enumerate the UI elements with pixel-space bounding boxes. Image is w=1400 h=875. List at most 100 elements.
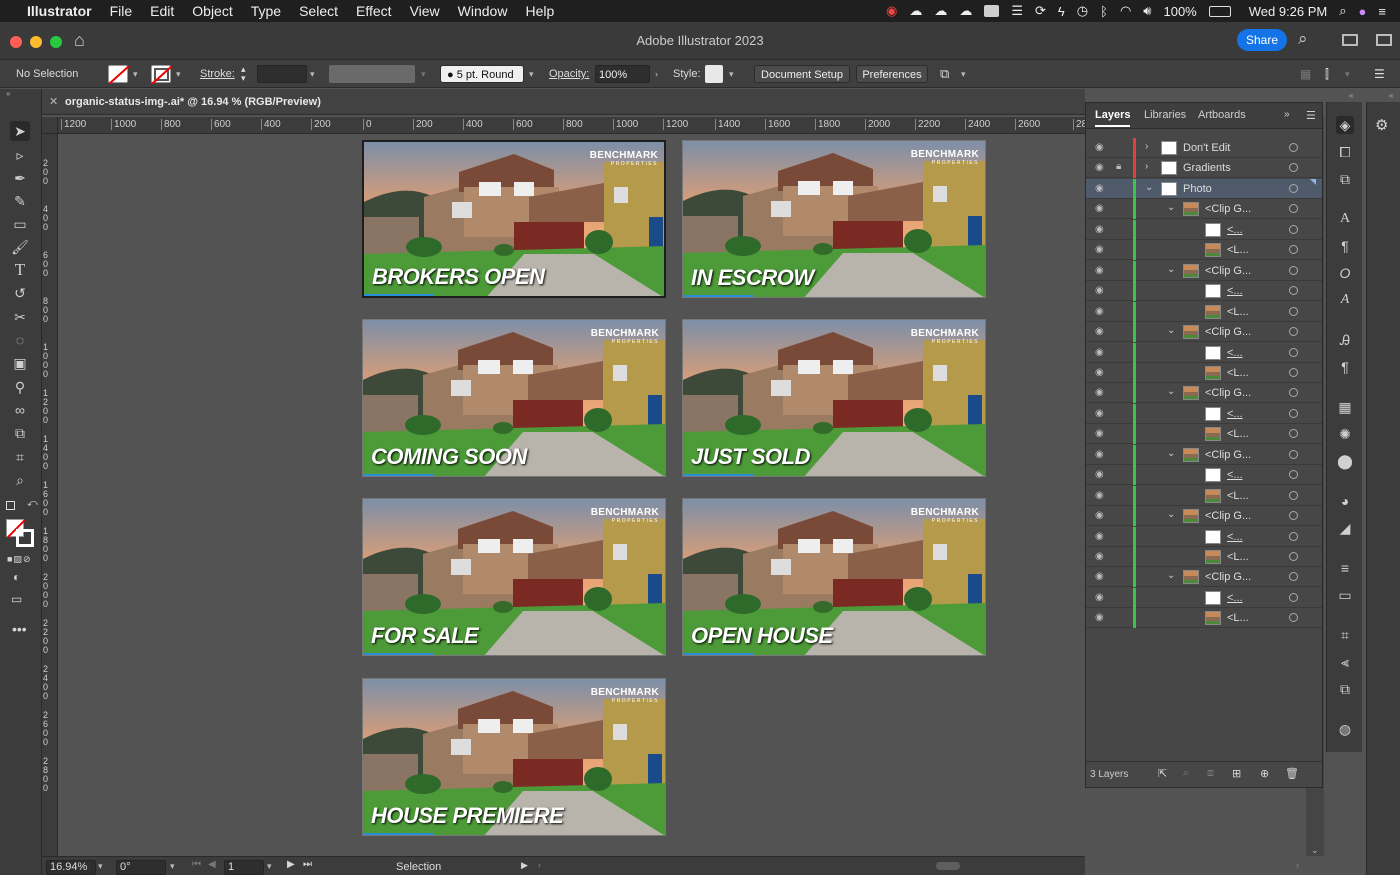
control-center-icon[interactable]: ≡ (1378, 4, 1386, 19)
lasso-tool-icon[interactable]: ◌ (10, 330, 30, 350)
menu-effect[interactable]: Effect (347, 3, 401, 19)
blend-tool-icon[interactable]: ∞ (10, 400, 30, 420)
close-window-button[interactable] (10, 36, 22, 48)
layer-row[interactable]: ◉ <L... (1086, 608, 1322, 629)
home-icon[interactable]: ⌂ (74, 30, 85, 51)
artboard[interactable]: BENCHMARK PROPERTIES IN ESCROW (682, 140, 986, 298)
layer-row[interactable]: ◉ <L... (1086, 547, 1322, 567)
layer-name[interactable]: <... (1227, 592, 1243, 604)
profile-dropdown-icon[interactable]: ▾ (421, 65, 426, 83)
current-tool-status[interactable]: Selection (396, 861, 441, 873)
visibility-eye-icon[interactable]: ◉ (1095, 224, 1104, 235)
visibility-eye-icon[interactable]: ◉ (1095, 551, 1104, 562)
next-artboard-icon[interactable]: ▶ (287, 859, 295, 870)
layer-name[interactable]: <L... (1227, 612, 1249, 624)
visibility-eye-icon[interactable]: ◉ (1095, 510, 1104, 521)
artboard[interactable]: BENCHMARK PROPERTIES BROKERS OPEN (362, 140, 666, 298)
appearance-icon[interactable]: ◍ (1336, 720, 1354, 738)
visibility-eye-icon[interactable]: ◉ (1095, 449, 1104, 460)
layer-name[interactable]: <... (1227, 408, 1243, 420)
glyphs-icon[interactable]: A (1336, 291, 1354, 309)
visibility-eye-icon[interactable]: ◉ (1095, 244, 1104, 255)
cloud-icon[interactable]: ☁ (959, 3, 972, 19)
status-menu-icon[interactable]: ▶ (521, 860, 528, 871)
transform-dropdown-icon[interactable]: ▾ (1345, 65, 1350, 83)
layer-name[interactable]: <L... (1227, 428, 1249, 440)
layer-name[interactable]: <L... (1227, 490, 1249, 502)
twirl-icon[interactable]: ⌄ (1145, 182, 1153, 193)
twirl-icon[interactable]: ⌄ (1167, 570, 1175, 581)
collapse-panel-icon[interactable]: » (6, 89, 10, 98)
color-guide-icon[interactable]: ◢ (1336, 519, 1354, 537)
target-circle-icon[interactable] (1289, 347, 1298, 357)
draw-mode-icon[interactable]: ◐ (13, 570, 20, 584)
horizontal-ruler[interactable]: 1200 1000 800 600 400 200 0 200 400 600 800 1000 120… (58, 117, 1085, 134)
brush-dropdown-icon[interactable]: ▾ (529, 65, 534, 83)
align-icon[interactable]: ▦ (1300, 65, 1311, 83)
layer-row[interactable]: ◉ › Don't Edit (1086, 138, 1322, 158)
target-circle-icon[interactable] (1289, 449, 1298, 459)
stroke-color-icon[interactable] (16, 529, 34, 547)
selection-tool-icon[interactable]: ➤ (10, 121, 30, 141)
gradient-tool-icon[interactable]: ▣ (10, 353, 30, 373)
menu-window[interactable]: Window (449, 3, 517, 19)
control-menu-icon[interactable]: ☰ (1374, 65, 1385, 83)
zoom-level-input[interactable]: 16.94% (46, 860, 96, 875)
scroll-down-icon[interactable]: ⌄ (1311, 845, 1319, 856)
new-layer-icon[interactable]: ⊕ (1260, 767, 1269, 780)
layer-name[interactable]: <L... (1227, 367, 1249, 379)
layer-row[interactable]: ◉ <... (1086, 281, 1322, 302)
twirl-icon[interactable]: ⌄ (1167, 386, 1175, 397)
menu-select[interactable]: Select (290, 3, 347, 19)
fill-swatch[interactable] (108, 65, 130, 85)
swap-colors-icon[interactable]: ⤺ (27, 498, 38, 509)
layer-name[interactable]: Gradients (1183, 162, 1231, 174)
layer-row[interactable]: ◉ ⌄ <Clip G... (1086, 322, 1322, 343)
target-circle-icon[interactable] (1289, 531, 1298, 541)
visibility-eye-icon[interactable]: ◉ (1095, 469, 1104, 480)
layer-row[interactable]: ◉ <... (1086, 465, 1322, 486)
layer-name[interactable]: <... (1227, 285, 1243, 297)
target-circle-icon[interactable] (1289, 408, 1298, 418)
document-tab[interactable]: organic-status-img-.ai* @ 16.94 % (RGB/P… (65, 96, 321, 108)
target-circle-icon[interactable] (1289, 592, 1298, 602)
character-icon[interactable]: A (1336, 210, 1354, 228)
twirl-icon[interactable]: ⌄ (1167, 509, 1175, 520)
paragraph-styles-icon[interactable]: ¶ (1336, 358, 1354, 376)
layer-name[interactable]: <Clip G... (1205, 510, 1251, 522)
horizontal-scroll-thumb[interactable] (936, 862, 960, 870)
target-circle-icon[interactable] (1289, 204, 1298, 214)
visibility-eye-icon[interactable]: ◉ (1095, 571, 1104, 582)
rotation-dropdown-icon[interactable]: ▾ (170, 861, 175, 872)
workspace-icon[interactable] (1376, 34, 1392, 46)
screen-mode-icon[interactable]: ▭ (11, 592, 22, 606)
layer-name[interactable]: <Clip G... (1205, 571, 1251, 583)
tab-layers[interactable]: Layers (1095, 109, 1131, 127)
twirl-icon[interactable]: ⌄ (1167, 264, 1175, 275)
layer-name[interactable]: <Clip G... (1205, 387, 1251, 399)
wifi-icon[interactable]: ◠ (1120, 3, 1131, 19)
target-circle-icon[interactable] (1289, 429, 1298, 439)
pen-tool-icon[interactable]: ✒ (10, 168, 30, 188)
visibility-eye-icon[interactable]: ◉ (1095, 428, 1104, 439)
target-circle-icon[interactable] (1289, 490, 1298, 500)
variable-width-profile[interactable] (329, 65, 415, 83)
default-colors-icon[interactable] (6, 501, 15, 510)
preferences-button[interactable]: Preferences (856, 65, 928, 83)
new-sublayer-icon[interactable]: ⊞ (1232, 767, 1241, 780)
menu-help[interactable]: Help (516, 3, 563, 19)
target-circle-icon[interactable] (1289, 613, 1298, 623)
visibility-eye-icon[interactable]: ◉ (1095, 203, 1104, 214)
menu-file[interactable]: File (101, 3, 142, 19)
last-artboard-icon[interactable]: ⏭ (303, 859, 312, 870)
visibility-eye-icon[interactable]: ◉ (1095, 612, 1104, 623)
stroke-dropdown-icon[interactable]: ▾ (176, 65, 181, 83)
rectangle-tool-icon[interactable]: ▭ (10, 214, 30, 234)
swatches-icon[interactable]: ▦ (1336, 398, 1354, 416)
layer-row[interactable]: ◉ ⌄ <Clip G... (1086, 260, 1322, 281)
lock-icon[interactable]: 🔒︎ (1116, 161, 1121, 172)
layer-row[interactable]: ◉ 🔒︎ › Gradients (1086, 158, 1322, 179)
target-circle-icon[interactable] (1289, 572, 1298, 582)
artboard-number-input[interactable]: 1 (224, 860, 264, 875)
delete-layer-icon[interactable]: 🗑︎ (1285, 767, 1299, 780)
